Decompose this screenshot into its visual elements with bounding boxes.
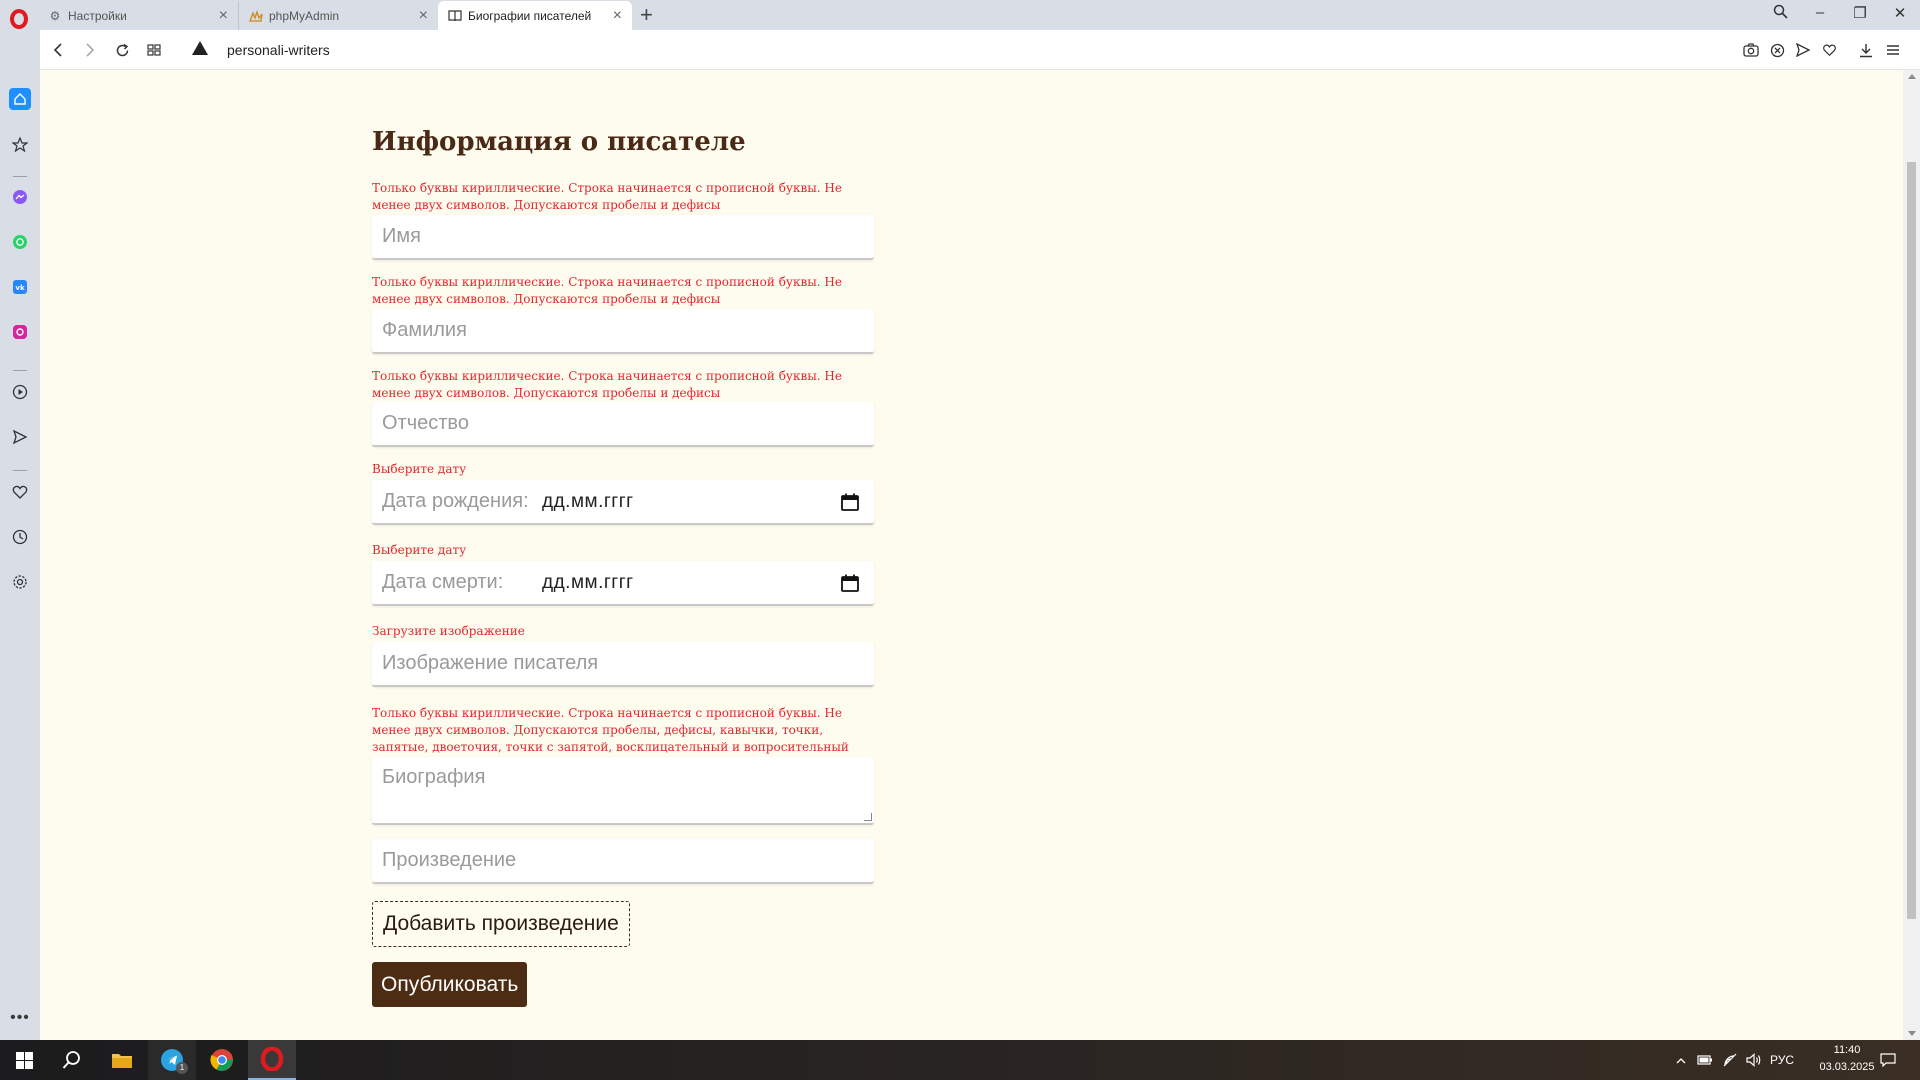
camera-icon[interactable] [1740, 39, 1762, 61]
sidebar-divider [13, 470, 27, 471]
new-tab-button[interactable]: + [640, 2, 653, 28]
page-title: Информация о писателе [372, 127, 746, 157]
messenger-icon[interactable] [9, 186, 31, 208]
clock-time[interactable]: 11:40 [1822, 1044, 1872, 1056]
work-input[interactable] [382, 849, 874, 872]
death-date-field[interactable]: Дата смерти: дд.мм.гггг [372, 561, 874, 606]
svg-text:vk: vk [15, 284, 25, 292]
windows-taskbar: 1 РУС 11:40 03.03.2025 [0, 1040, 1920, 1080]
settings-icon[interactable] [9, 571, 31, 593]
download-icon[interactable] [1855, 39, 1877, 61]
bookmarks-icon[interactable] [9, 134, 31, 156]
tab-strip: ⚙ Настройки × phpMyAdmin × Биографии пис… [0, 0, 1920, 30]
search-tabs-icon[interactable] [1765, 4, 1795, 23]
telegram-icon[interactable]: 1 [148, 1040, 196, 1080]
sidebar-divider [13, 370, 27, 371]
browser-sidebar: vk ••• [0, 30, 40, 1040]
vk-icon[interactable]: vk [9, 276, 31, 298]
birth-date-field[interactable]: Дата рождения: дд.мм.гггг [372, 480, 874, 525]
home-icon[interactable] [9, 88, 31, 110]
phpmyadmin-icon [249, 9, 263, 23]
surname-hint: Только буквы кириллические. Строка начин… [372, 275, 842, 306]
page-content: Информация о писателе Только буквы кирил… [40, 70, 1903, 1040]
history-icon[interactable] [9, 526, 31, 548]
image-hint: Загрузите изображение [372, 624, 525, 638]
scroll-down-icon[interactable] [1908, 1031, 1916, 1036]
search-icon[interactable] [48, 1040, 96, 1080]
whatsapp-icon[interactable] [9, 231, 31, 253]
windows-start-icon[interactable] [0, 1040, 48, 1080]
name-hint: Только буквы кириллические. Строка начин… [372, 181, 842, 212]
birth-date-label: Дата рождения: [382, 490, 529, 512]
tab-title: Биографии писателей [468, 8, 592, 23]
tab-title: phpMyAdmin [269, 8, 340, 23]
more-options-icon[interactable]: ••• [9, 1007, 31, 1029]
battery-icon[interactable] [1694, 1040, 1716, 1080]
sidebar-divider [13, 176, 27, 177]
name-field[interactable] [372, 215, 874, 260]
file-explorer-icon[interactable] [98, 1040, 146, 1080]
opera-logo-icon[interactable] [10, 9, 28, 29]
patronymic-input[interactable] [382, 412, 874, 435]
restore-icon[interactable]: ❐ [1845, 4, 1875, 22]
forward-icon[interactable] [78, 38, 102, 62]
add-work-button[interactable]: Добавить произведение [372, 901, 630, 947]
patronymic-hint: Только буквы кириллические. Строка начин… [372, 369, 842, 400]
send-page-icon[interactable] [1792, 39, 1814, 61]
tab-writers-biographies[interactable]: Биографии писателей × [438, 1, 632, 30]
network-icon[interactable] [1718, 1040, 1742, 1080]
resize-handle-icon[interactable] [864, 813, 872, 821]
show-hidden-icons[interactable] [1670, 1040, 1692, 1080]
biography-field[interactable] [372, 757, 874, 825]
tab-phpmyadmin[interactable]: phpMyAdmin × [238, 1, 438, 30]
address-bar: personali-writers [40, 30, 1920, 70]
close-tab-icon[interactable]: × [613, 7, 622, 24]
image-input[interactable] [382, 652, 874, 675]
chrome-icon[interactable] [198, 1040, 246, 1080]
name-input[interactable] [382, 225, 874, 248]
birth-date-hint: Выберите дату [372, 462, 467, 476]
input-language[interactable]: РУС [1770, 1053, 1794, 1067]
tabs-grid-icon[interactable] [142, 38, 166, 62]
close-tab-icon[interactable]: × [219, 7, 228, 24]
close-window-icon[interactable]: ✕ [1885, 4, 1915, 22]
telegram-badge: 1 [176, 1062, 188, 1074]
player-icon[interactable] [9, 381, 31, 403]
page-scrollbar[interactable] [1903, 70, 1920, 1040]
book-icon [448, 9, 462, 23]
ad-block-icon[interactable] [1766, 39, 1788, 61]
bookmark-heart-icon[interactable] [1818, 39, 1840, 61]
tab-title: Настройки [68, 8, 127, 23]
scroll-up-icon[interactable] [1908, 74, 1916, 79]
gear-icon: ⚙ [49, 8, 61, 23]
close-tab-icon[interactable]: × [419, 7, 428, 24]
death-date-label: Дата смерти: [382, 571, 504, 593]
biography-textarea[interactable] [382, 766, 864, 814]
surname-field[interactable] [372, 309, 874, 354]
birth-date-value[interactable]: дд.мм.гггг [542, 491, 634, 513]
not-secure-warning-icon[interactable] [192, 41, 208, 55]
calendar-icon[interactable] [840, 573, 860, 593]
surname-input[interactable] [382, 319, 874, 342]
publish-button[interactable]: Опубликовать [372, 962, 528, 1007]
death-date-hint: Выберите дату [372, 543, 467, 557]
volume-icon[interactable] [1742, 1040, 1766, 1080]
url-field[interactable]: personali-writers [227, 42, 330, 58]
tab-settings[interactable]: ⚙ Настройки × [38, 1, 238, 30]
reload-icon[interactable] [110, 38, 134, 62]
work-field[interactable] [372, 839, 874, 884]
easy-setup-menu-icon[interactable] [1882, 39, 1904, 61]
heart-icon[interactable] [9, 481, 31, 503]
send-icon[interactable] [9, 426, 31, 448]
death-date-value[interactable]: дд.мм.гггг [542, 572, 634, 594]
image-upload-field[interactable] [372, 642, 874, 687]
patronymic-field[interactable] [372, 402, 874, 447]
scroll-thumb[interactable] [1907, 162, 1916, 919]
back-icon[interactable] [46, 38, 70, 62]
instagram-icon[interactable] [9, 321, 31, 343]
minimize-icon[interactable]: – [1805, 4, 1835, 21]
notifications-icon[interactable] [1872, 1040, 1904, 1080]
calendar-icon[interactable] [840, 492, 860, 512]
opera-taskbar-icon[interactable] [248, 1040, 296, 1080]
